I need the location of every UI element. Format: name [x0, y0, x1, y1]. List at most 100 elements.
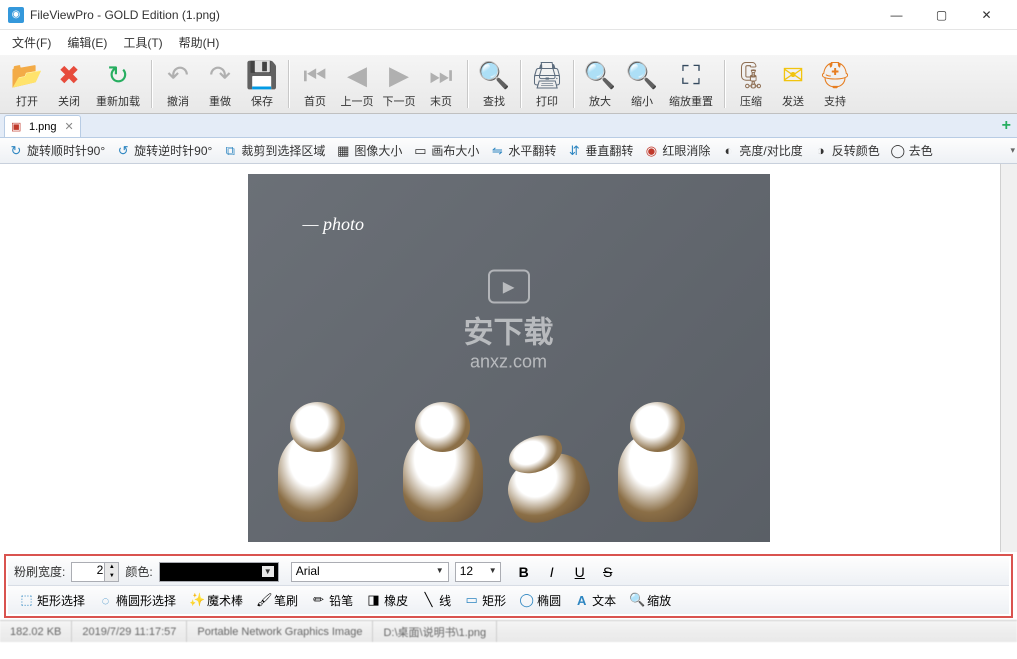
status-filesize: 182.02 KB	[0, 621, 72, 642]
image-size-icon: ▦	[335, 143, 351, 159]
rotate-cw-button[interactable]: ↻旋转顺时针90°	[4, 140, 109, 161]
line-icon: ╲	[421, 592, 436, 608]
undo-icon: ↶	[162, 60, 194, 92]
reload-button[interactable]: ↻重新加载	[92, 57, 144, 111]
flip-h-icon: ⇋	[489, 143, 505, 159]
crop-icon: ⧉	[222, 143, 238, 159]
save-button[interactable]: 💾保存	[243, 57, 281, 111]
image-view[interactable]: — photo ▶ 安下载 anxz.com	[248, 174, 770, 542]
add-tab-button[interactable]: +	[1002, 117, 1011, 135]
zoom-in-button[interactable]: 🔍放大	[581, 57, 619, 111]
font-select[interactable]: Arial	[291, 562, 449, 582]
brush-icon: 🖌	[256, 592, 271, 608]
redeye-icon: ◉	[643, 143, 659, 159]
find-button[interactable]: 🔍查找	[475, 57, 513, 111]
png-file-icon: ▣	[11, 120, 25, 134]
open-button[interactable]: 📂打开	[8, 57, 46, 111]
invert-button[interactable]: ◑反转颜色	[809, 140, 884, 161]
tab-strip: ▣ 1.png ✕ +	[0, 114, 1017, 138]
folder-icon: 📂	[11, 60, 43, 92]
paint-properties-toolbar: 粉刷宽度: 2 ▲▼ 颜色: Arial 12 B I U S	[8, 558, 1009, 586]
redo-icon: ↷	[204, 60, 236, 92]
text-tool[interactable]: A文本	[569, 590, 621, 611]
window-title: FileViewPro - GOLD Edition (1.png)	[30, 8, 874, 22]
brightness-button[interactable]: ◐亮度/对比度	[716, 140, 806, 161]
status-bar: 182.02 KB 2019/7/29 11:17:57 Portable Ne…	[0, 620, 1017, 642]
print-button[interactable]: 🖨打印	[528, 57, 566, 111]
image-edit-toolbar: ↻旋转顺时针90° ↺旋转逆时针90° ⧉裁剪到选择区域 ▦图像大小 ▭画布大小…	[0, 138, 1017, 164]
rect-select-icon: ⬚	[19, 592, 34, 608]
window-titlebar: FileViewPro - GOLD Edition (1.png) — ▢ ✕	[0, 0, 1017, 30]
menu-tools[interactable]: 工具(T)	[115, 32, 170, 53]
first-icon: ⏮	[299, 60, 331, 92]
rect-select-tool[interactable]: ⬚矩形选择	[14, 590, 90, 611]
menu-help[interactable]: 帮助(H)	[171, 32, 228, 53]
flip-v-button[interactable]: ⇵垂直翻转	[562, 140, 637, 161]
redeye-button[interactable]: ◉红眼消除	[639, 140, 714, 161]
status-path: D:\桌面\说明书\1.png	[373, 621, 497, 642]
menubar: 文件(F) 编辑(E) 工具(T) 帮助(H)	[0, 30, 1017, 54]
ellipse-icon: ◯	[519, 592, 534, 608]
ellipse-tool[interactable]: ◯椭圆	[514, 590, 566, 611]
zip-button[interactable]: 🗜压缩	[732, 57, 770, 111]
rotate-ccw-icon: ↺	[115, 143, 131, 159]
last-page-button[interactable]: ⏭末页	[422, 57, 460, 111]
envelope-icon: ✉	[777, 60, 809, 92]
font-size-select[interactable]: 12	[455, 562, 501, 582]
prev-icon: ◀	[341, 60, 373, 92]
status-date: 2019/7/29 11:17:57	[72, 621, 187, 642]
zoom-reset-button[interactable]: ⛶缩放重置	[665, 57, 717, 111]
flip-h-button[interactable]: ⇋水平翻转	[485, 140, 560, 161]
first-page-button[interactable]: ⏮首页	[296, 57, 334, 111]
zip-icon: 🗜	[735, 60, 767, 92]
eraser-tool[interactable]: ◨橡皮	[361, 590, 413, 611]
rotate-ccw-button[interactable]: ↺旋转逆时针90°	[111, 140, 216, 161]
invert-icon: ◑	[813, 143, 829, 159]
minimize-button[interactable]: —	[874, 1, 919, 29]
line-tool[interactable]: ╲线	[416, 590, 456, 611]
crop-button[interactable]: ⧉裁剪到选择区域	[218, 140, 329, 161]
spin-down[interactable]: ▼	[104, 572, 118, 581]
next-page-button[interactable]: ▶下一页	[380, 57, 418, 111]
zoom-out-icon: 🔍	[626, 60, 658, 92]
image-canvas-area: — photo ▶ 安下载 anxz.com	[0, 164, 1017, 552]
canvas-size-button[interactable]: ▭画布大小	[408, 140, 483, 161]
zoom-out-button[interactable]: 🔍缩小	[623, 57, 661, 111]
tab-close-button[interactable]: ✕	[65, 120, 74, 133]
underline-button[interactable]: U	[569, 562, 591, 582]
color-picker[interactable]	[159, 562, 279, 582]
maximize-button[interactable]: ▢	[919, 1, 964, 29]
close-button[interactable]: ✖关闭	[50, 57, 88, 111]
image-signature: — photo	[303, 214, 365, 235]
support-button[interactable]: ⛑支持	[816, 57, 854, 111]
rect-icon: ▭	[464, 592, 479, 608]
desaturate-button[interactable]: ◯去色	[886, 140, 937, 161]
brush-tool[interactable]: 🖌笔刷	[251, 590, 303, 611]
rectangle-tool[interactable]: ▭矩形	[459, 590, 511, 611]
italic-button[interactable]: I	[541, 562, 563, 582]
bold-button[interactable]: B	[513, 562, 535, 582]
send-button[interactable]: ✉发送	[774, 57, 812, 111]
image-size-button[interactable]: ▦图像大小	[331, 140, 406, 161]
menu-file[interactable]: 文件(F)	[4, 32, 59, 53]
vertical-scrollbar[interactable]	[1000, 164, 1017, 552]
prev-page-button[interactable]: ◀上一页	[338, 57, 376, 111]
watermark-overlay: ▶ 安下载 anxz.com	[464, 270, 554, 373]
menu-edit[interactable]: 编辑(E)	[59, 32, 115, 53]
spin-up[interactable]: ▲	[104, 563, 118, 572]
redo-button[interactable]: ↷重做	[201, 57, 239, 111]
flip-v-icon: ⇵	[566, 143, 582, 159]
ellipse-select-tool[interactable]: ◌椭圆形选择	[93, 590, 181, 611]
close-window-button[interactable]: ✕	[964, 1, 1009, 29]
file-tab[interactable]: ▣ 1.png ✕	[4, 115, 81, 137]
pencil-tool[interactable]: ✏铅笔	[306, 590, 358, 611]
eraser-icon: ◨	[366, 592, 381, 608]
ellipse-select-icon: ◌	[98, 593, 113, 608]
zoom-tool[interactable]: 🔍缩放	[624, 590, 676, 611]
brush-width-input[interactable]: 2 ▲▼	[71, 562, 119, 582]
toolbar-overflow-button[interactable]: ▾	[1010, 145, 1015, 156]
undo-button[interactable]: ↶撤消	[159, 57, 197, 111]
magic-wand-tool[interactable]: ✨魔术棒	[184, 590, 248, 611]
text-icon: A	[574, 593, 589, 608]
strike-button[interactable]: S	[597, 562, 619, 582]
